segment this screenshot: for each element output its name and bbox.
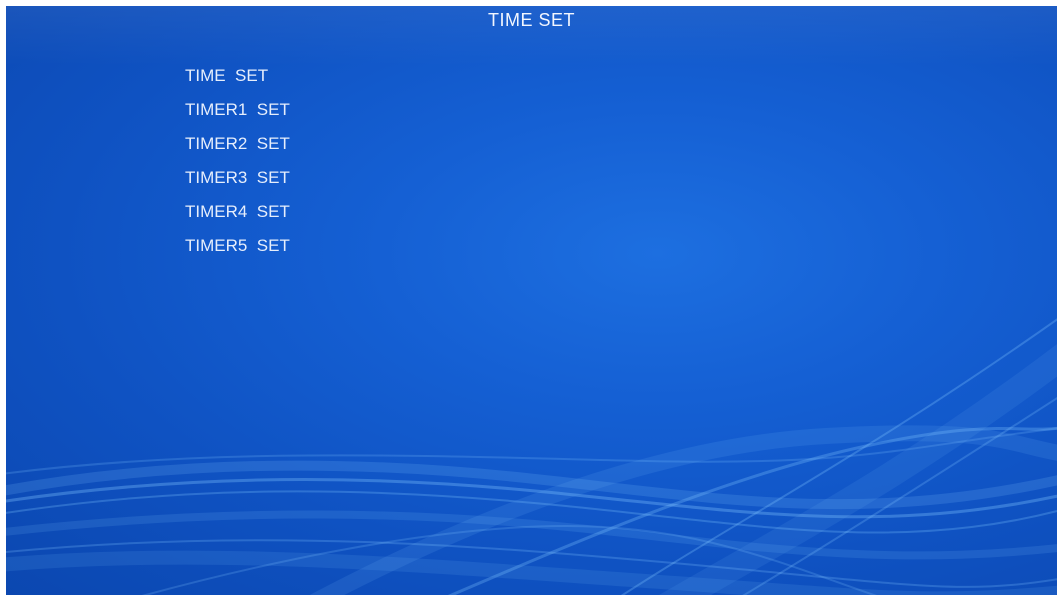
menu-item-timer5-set[interactable]: TIMER5 SET <box>185 229 290 263</box>
display-screen: TIME SET TIME SET TIMER1 SET TIMER2 SET … <box>6 6 1057 595</box>
menu-item-timer4-set[interactable]: TIMER4 SET <box>185 195 290 229</box>
time-set-menu: TIME SET TIMER1 SET TIMER2 SET TIMER3 SE… <box>185 59 290 263</box>
menu-item-time-set[interactable]: TIME SET <box>185 59 290 93</box>
menu-item-timer3-set[interactable]: TIMER3 SET <box>185 161 290 195</box>
menu-item-timer1-set[interactable]: TIMER1 SET <box>185 93 290 127</box>
menu-item-timer2-set[interactable]: TIMER2 SET <box>185 127 290 161</box>
background-waves <box>6 318 1057 595</box>
screen-title: TIME SET <box>487 10 575 30</box>
